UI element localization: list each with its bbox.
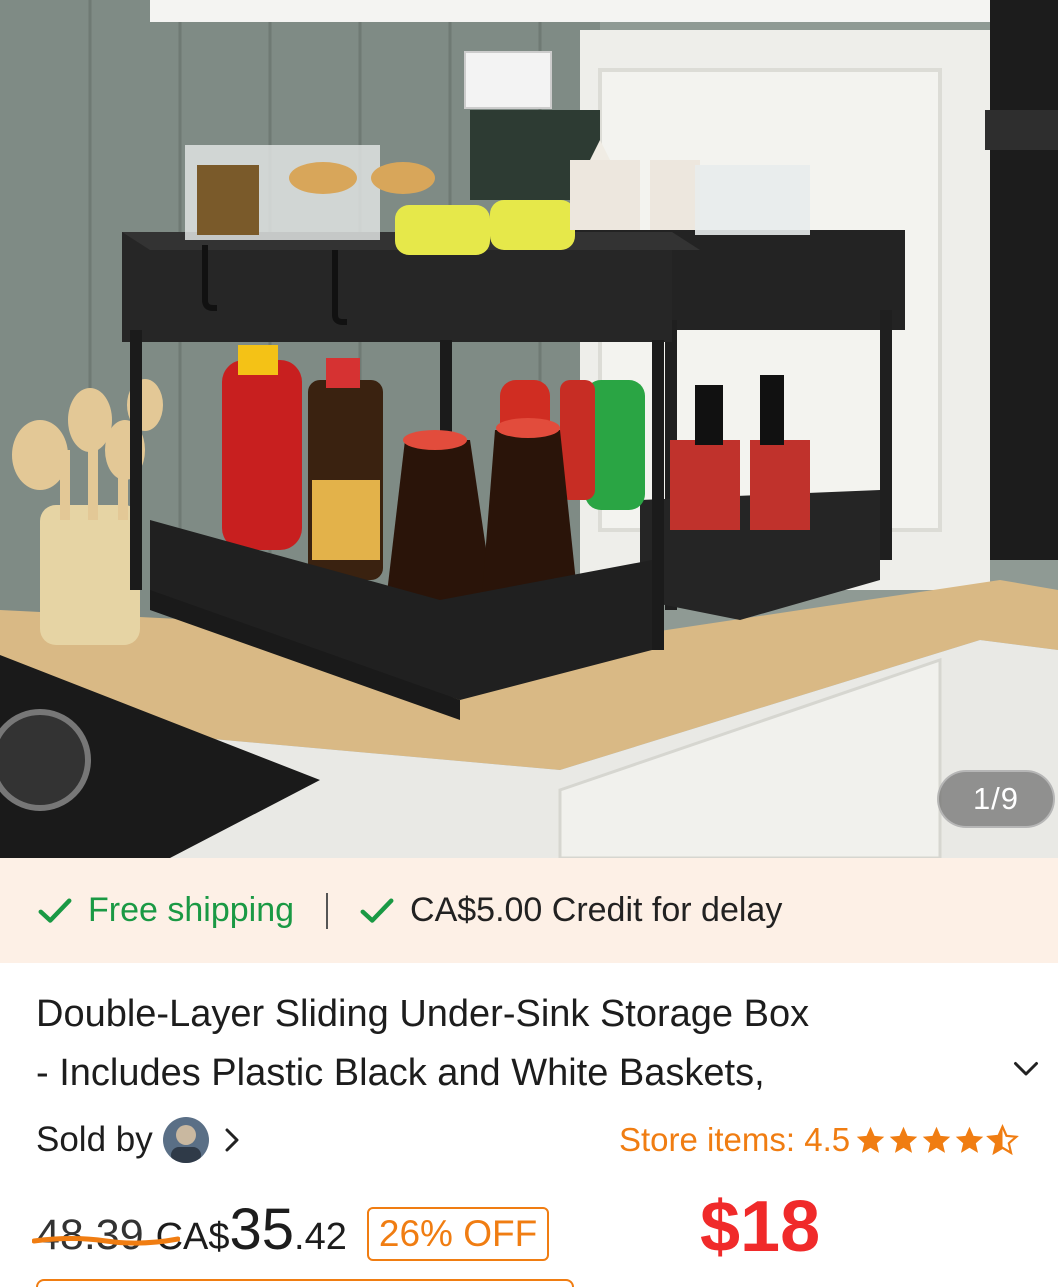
sold-by-label: Sold by	[36, 1120, 153, 1159]
free-shipping-label: Free shipping	[88, 891, 295, 929]
product-photo-illustration	[0, 0, 1058, 858]
image-counter: 1/9	[937, 770, 1055, 828]
product-title: Double-Layer Sliding Under-Sink Storage …	[36, 985, 936, 1103]
discount-badge: 26% OFF	[366, 1207, 550, 1261]
star-icon	[889, 1126, 918, 1153]
store-items-label: Store items: 4.5	[619, 1121, 851, 1158]
coupon-banner-edge[interactable]	[36, 1279, 574, 1287]
chevron-right-icon	[225, 1128, 239, 1152]
rating-stars	[854, 1123, 1020, 1157]
strikethrough-mark	[32, 1236, 180, 1246]
product-image[interactable]: 1/9	[0, 0, 1058, 858]
seller-link[interactable]: Sold by	[36, 1114, 245, 1166]
star-icon	[922, 1126, 951, 1153]
star-icon	[856, 1126, 885, 1153]
star-icon	[955, 1126, 984, 1153]
store-rating[interactable]: Store items: 4.5	[619, 1114, 1020, 1166]
shipping-divider	[326, 892, 329, 929]
promo-price: $18	[700, 1187, 821, 1267]
chevron-down-icon[interactable]	[1008, 1050, 1044, 1086]
seller-avatar	[162, 1117, 209, 1163]
price-whole: 35	[229, 1197, 295, 1262]
check-icon	[360, 897, 394, 923]
check-icon	[38, 897, 72, 923]
shipping-info-bar[interactable]: Free shipping CA$5.00 Credit for delay	[0, 858, 1058, 963]
product-title-line: - Includes Plastic Black and White Baske…	[36, 1052, 765, 1094]
price-row: 48.39 CA$ 35 .42 26% OFF	[32, 1196, 550, 1268]
product-title-line: Double-Layer Sliding Under-Sink Storage …	[36, 993, 810, 1035]
half-star-icon	[986, 1123, 1020, 1155]
price-cents: .42	[294, 1216, 347, 1258]
delay-credit-label: CA$5.00 Credit for delay	[410, 891, 783, 929]
original-price: 48.39	[32, 1211, 180, 1260]
